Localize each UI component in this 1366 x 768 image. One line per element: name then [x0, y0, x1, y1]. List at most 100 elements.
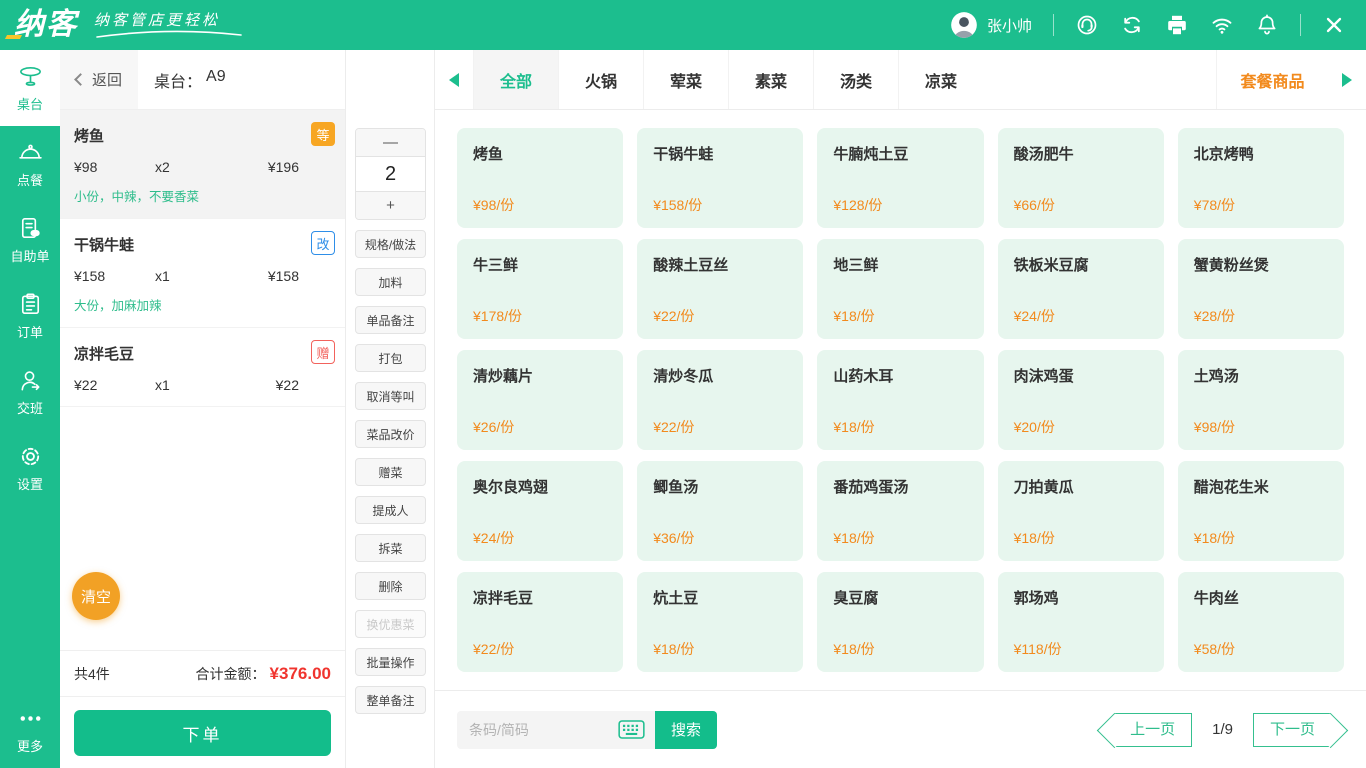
- quantity-minus-button[interactable]: —: [356, 129, 425, 156]
- barcode-search-group: 搜索: [457, 711, 717, 749]
- submit-order-button[interactable]: 下单: [74, 710, 331, 756]
- split-dish-button[interactable]: 拆菜: [355, 534, 426, 562]
- menu-item-card[interactable]: 酸汤肥牛¥66/份: [998, 128, 1164, 228]
- menu-item-card[interactable]: 牛腩炖土豆¥128/份: [817, 128, 983, 228]
- sidebar-item-orders[interactable]: 订单: [0, 278, 60, 354]
- user-name: 张小帅: [987, 15, 1032, 36]
- category-tab-meat[interactable]: 荤菜: [643, 50, 728, 109]
- menu-item-card[interactable]: 炕土豆¥18/份: [637, 572, 803, 672]
- menu-item-name: 蟹黄粉丝煲: [1194, 254, 1328, 275]
- menu-item-card[interactable]: 刀拍黄瓜¥18/份: [998, 461, 1164, 561]
- menu-item-card[interactable]: 郭场鸡 ¥118/份: [998, 572, 1164, 672]
- search-button[interactable]: 搜索: [655, 711, 717, 749]
- menu-item-card[interactable]: 山药木耳¥18/份: [817, 350, 983, 450]
- menu-item-card[interactable]: 清炒冬瓜¥22/份: [637, 350, 803, 450]
- takeout-pack-button[interactable]: 打包: [355, 344, 426, 372]
- menu-item-card[interactable]: 北京烤鸭¥78/份: [1178, 128, 1344, 228]
- support-icon[interactable]: [1075, 13, 1099, 37]
- menu-item-card[interactable]: 臭豆腐¥18/份: [817, 572, 983, 672]
- menu-item-card[interactable]: 酸辣土豆丝¥22/份: [637, 239, 803, 339]
- menu-item-price: ¥118/份: [1014, 639, 1148, 659]
- gift-dish-button[interactable]: 赠菜: [355, 458, 426, 486]
- back-button[interactable]: 返回: [60, 50, 138, 109]
- order-item-amounts: ¥158 x1 ¥158: [74, 268, 331, 284]
- menu-item-name: 铁板米豆腐: [1014, 254, 1148, 275]
- order-item-qty: x1: [155, 268, 227, 284]
- category-tab-all[interactable]: 全部: [473, 50, 558, 109]
- menu-item-card[interactable]: 奥尔良鸡翅¥24/份: [457, 461, 623, 561]
- add-topping-button[interactable]: 加料: [355, 268, 426, 296]
- printer-icon[interactable]: [1165, 13, 1189, 37]
- sidebar-item-more[interactable]: 更多: [0, 698, 60, 762]
- change-price-button[interactable]: 菜品改价: [355, 420, 426, 448]
- cloud-sync-icon[interactable]: [1120, 13, 1144, 37]
- order-item-row[interactable]: 干锅牛蛙 改 ¥158 x1 ¥158 大份，加麻加辣: [60, 219, 345, 328]
- wait-badge: 等: [311, 122, 335, 146]
- combo-products-tab[interactable]: 套餐商品: [1216, 50, 1328, 109]
- close-icon[interactable]: [1322, 13, 1346, 37]
- brand-slogan: 纳客管店更轻松: [94, 9, 244, 39]
- order-item-price: ¥158: [74, 268, 155, 284]
- menu-item-card[interactable]: 蟹黄粉丝煲¥28/份: [1178, 239, 1344, 339]
- prev-page-button[interactable]: 上一页: [1114, 713, 1192, 747]
- menu-item-card[interactable]: 土鸡汤¥98/份: [1178, 350, 1344, 450]
- clear-order-button[interactable]: 清空: [72, 572, 120, 620]
- bell-icon[interactable]: [1255, 13, 1279, 37]
- cancel-hold-button[interactable]: 取消等叫: [355, 382, 426, 410]
- quantity-value: 2: [356, 156, 425, 192]
- batch-operations-button[interactable]: 批量操作: [355, 648, 426, 676]
- menu-item-card[interactable]: 牛肉丝¥58/份: [1178, 572, 1344, 672]
- menu-item-card[interactable]: 番茄鸡蛋汤¥18/份: [817, 461, 983, 561]
- topbar-actions: 张小帅: [950, 11, 1366, 39]
- virtual-keyboard-icon[interactable]: [618, 720, 645, 739]
- menu-item-card[interactable]: 地三鲜¥18/份: [817, 239, 983, 339]
- menu-item-name: 山药木耳: [833, 365, 967, 386]
- pagination: 上一页 1/9 下一页: [1101, 713, 1344, 747]
- menu-item-card[interactable]: 烤鱼¥98/份: [457, 128, 623, 228]
- category-tabs-bar: 全部 火锅 荤菜 素菜 汤类 凉菜 套餐商品: [435, 50, 1366, 110]
- spec-method-button[interactable]: 规格/做法: [355, 230, 426, 258]
- barcode-input[interactable]: [469, 722, 618, 738]
- wifi-icon[interactable]: [1210, 13, 1234, 37]
- sidebar-item-order-food[interactable]: 点餐: [0, 126, 60, 202]
- sidebar-item-label: 自助单: [10, 246, 49, 265]
- menu-item-name: 郭场鸡: [1014, 587, 1148, 608]
- category-tab-soup[interactable]: 汤类: [813, 50, 898, 109]
- commission-person-button[interactable]: 提成人: [355, 496, 426, 524]
- menu-item-price: ¥24/份: [1014, 306, 1148, 326]
- menu-item-card[interactable]: 清炒藕片¥26/份: [457, 350, 623, 450]
- back-button-label: 返回: [92, 69, 122, 90]
- menu-item-name: 番茄鸡蛋汤: [833, 476, 967, 497]
- category-scroll-right-button[interactable]: [1328, 50, 1366, 109]
- sidebar-item-label: 交班: [17, 398, 43, 417]
- item-actions-column: — 2 + 规格/做法 加料 单品备注 打包 取消等叫 菜品改价 赠菜 提成人 …: [347, 50, 435, 768]
- order-item-row[interactable]: 凉拌毛豆 赠 ¥22 x1 ¥22: [60, 328, 345, 407]
- sidebar-item-shift-change[interactable]: 交班: [0, 354, 60, 430]
- delete-item-button[interactable]: 删除: [355, 572, 426, 600]
- menu-item-card[interactable]: 鲫鱼汤¥36/份: [637, 461, 803, 561]
- order-panel: 返回 桌台： A9 烤鱼 等 ¥98 x2 ¥196 小份，中辣，不要香菜 干锅…: [60, 50, 346, 768]
- order-note-button[interactable]: 整单备注: [355, 686, 426, 714]
- category-tab-cold[interactable]: 凉菜: [898, 50, 983, 109]
- sidebar-item-settings[interactable]: 设置: [0, 430, 60, 506]
- menu-item-card[interactable]: 醋泡花生米¥18/份: [1178, 461, 1344, 561]
- menu-item-card[interactable]: 肉沫鸡蛋¥20/份: [998, 350, 1164, 450]
- menu-item-card[interactable]: 干锅牛蛙¥158/份: [637, 128, 803, 228]
- menu-item-price: ¥24/份: [473, 528, 607, 548]
- menu-item-price: ¥18/份: [1014, 528, 1148, 548]
- self-order-icon: [17, 215, 44, 242]
- next-page-button[interactable]: 下一页: [1253, 713, 1331, 747]
- category-scroll-left-button[interactable]: [435, 50, 473, 109]
- menu-item-card[interactable]: 牛三鲜¥178/份: [457, 239, 623, 339]
- category-tab-hotpot[interactable]: 火锅: [558, 50, 643, 109]
- category-tab-vegetable[interactable]: 素菜: [728, 50, 813, 109]
- shift-change-icon: [17, 367, 44, 394]
- menu-item-card[interactable]: 凉拌毛豆¥22/份: [457, 572, 623, 672]
- item-note-button[interactable]: 单品备注: [355, 306, 426, 334]
- order-item-row[interactable]: 烤鱼 等 ¥98 x2 ¥196 小份，中辣，不要香菜: [60, 110, 345, 219]
- sidebar-item-self-order[interactable]: 自助单: [0, 202, 60, 278]
- user-account[interactable]: 张小帅: [950, 11, 1032, 39]
- quantity-plus-button[interactable]: +: [356, 192, 425, 219]
- sidebar-item-tables[interactable]: 桌台: [0, 50, 60, 126]
- menu-item-card[interactable]: 铁板米豆腐 ¥24/份: [998, 239, 1164, 339]
